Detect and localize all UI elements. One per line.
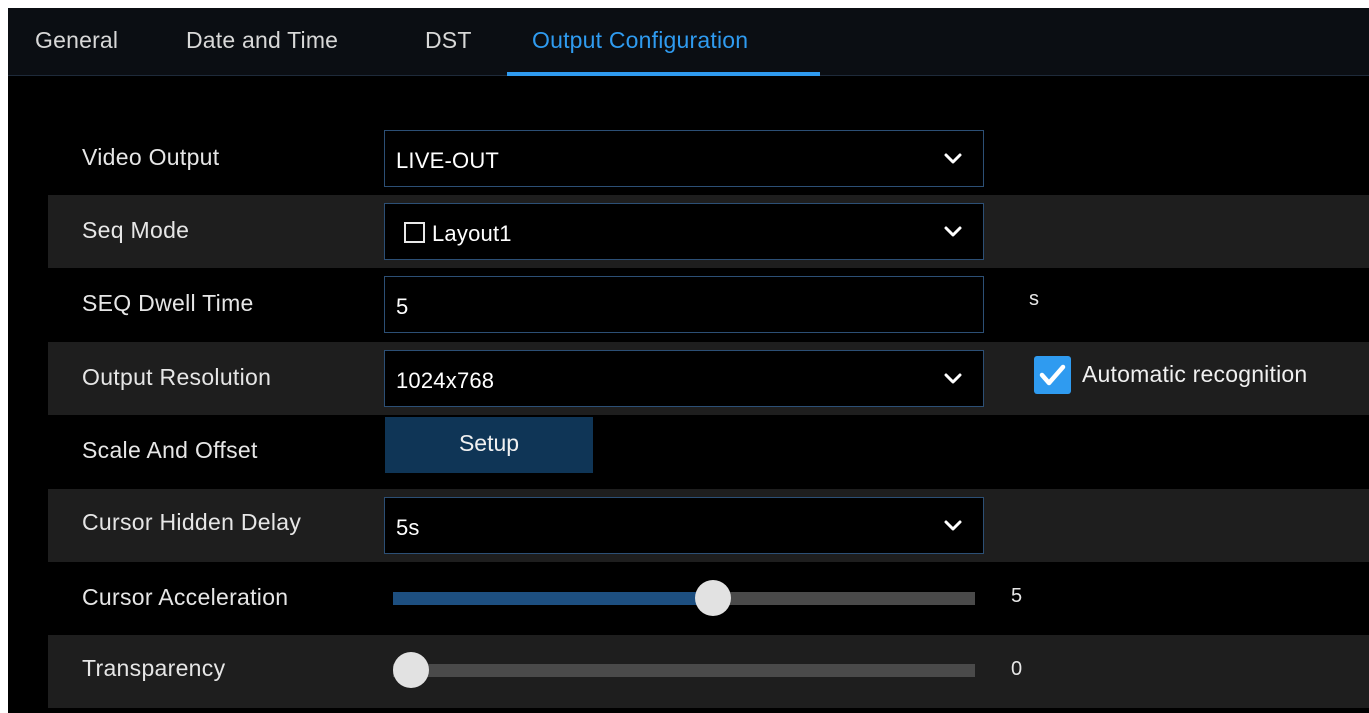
automatic-recognition-checkbox[interactable] — [1034, 356, 1071, 394]
tab-bar: General Date and Time DST Output Configu… — [8, 8, 1369, 76]
transparency-handle[interactable] — [393, 652, 429, 688]
cursor-acceleration-handle[interactable] — [695, 580, 732, 616]
cursor-hidden-delay-select[interactable]: 5s — [384, 497, 984, 554]
setup-button[interactable]: Setup — [385, 417, 593, 473]
row-output-resolution: Output Resolution 1024x768 Automatic rec… — [48, 342, 1369, 415]
row-scale-and-offset: Scale And Offset Setup — [48, 415, 1369, 488]
cursor-acceleration-slider[interactable] — [393, 580, 975, 616]
chevron-down-icon — [944, 373, 962, 384]
row-seq-mode: Seq Mode Layout1 — [48, 195, 1369, 268]
tab-output-configuration[interactable]: Output Configuration — [532, 27, 748, 54]
cursor-acceleration-value: 5 — [1011, 585, 1023, 607]
seq-dwell-time-value: 5 — [396, 294, 409, 319]
output-resolution-label: Output Resolution — [82, 364, 272, 390]
transparency-value: 0 — [1011, 658, 1023, 680]
row-cursor-acceleration: Cursor Acceleration 5 — [48, 562, 1369, 635]
video-output-label: Video Output — [82, 144, 220, 170]
video-output-value: LIVE-OUT — [396, 148, 500, 173]
cursor-acceleration-label: Cursor Acceleration — [82, 584, 289, 610]
seq-dwell-time-input[interactable]: 5 — [384, 276, 984, 333]
cursor-hidden-delay-label: Cursor Hidden Delay — [82, 509, 302, 535]
tab-general[interactable]: General — [35, 27, 118, 54]
cursor-hidden-delay-value: 5s — [396, 515, 420, 540]
transparency-slider[interactable] — [393, 652, 975, 688]
chevron-down-icon — [944, 153, 962, 164]
row-seq-dwell-time: SEQ Dwell Time 5 s — [48, 268, 1369, 341]
chevron-down-icon — [944, 226, 962, 237]
scale-and-offset-label: Scale And Offset — [82, 437, 258, 463]
row-transparency: Transparency 0 — [48, 635, 1369, 708]
layout-checkbox[interactable] — [404, 222, 425, 243]
checkmark-icon — [1039, 364, 1066, 386]
seq-dwell-time-label: SEQ Dwell Time — [82, 290, 254, 316]
chevron-down-icon — [944, 520, 962, 531]
seq-dwell-time-unit: s — [1029, 288, 1039, 310]
output-resolution-select[interactable]: 1024x768 — [384, 350, 984, 407]
row-video-output: Video Output LIVE-OUT — [48, 122, 1369, 195]
video-output-select[interactable]: LIVE-OUT — [384, 130, 984, 187]
top-strip — [0, 0, 1369, 8]
seq-mode-select[interactable]: Layout1 — [384, 203, 984, 260]
tab-dst[interactable]: DST — [425, 27, 472, 54]
seq-mode-value: Layout1 — [432, 221, 512, 246]
seq-mode-label: Seq Mode — [82, 217, 190, 243]
automatic-recognition-label: Automatic recognition — [1082, 361, 1308, 387]
row-cursor-hidden-delay: Cursor Hidden Delay 5s — [48, 489, 1369, 562]
transparency-label: Transparency — [82, 655, 226, 681]
settings-panel: General Date and Time DST Output Configu… — [8, 8, 1369, 713]
output-resolution-value: 1024x768 — [396, 368, 495, 393]
cursor-acceleration-fill — [393, 592, 714, 605]
active-tab-indicator — [507, 72, 820, 76]
tab-date-and-time[interactable]: Date and Time — [186, 27, 338, 54]
